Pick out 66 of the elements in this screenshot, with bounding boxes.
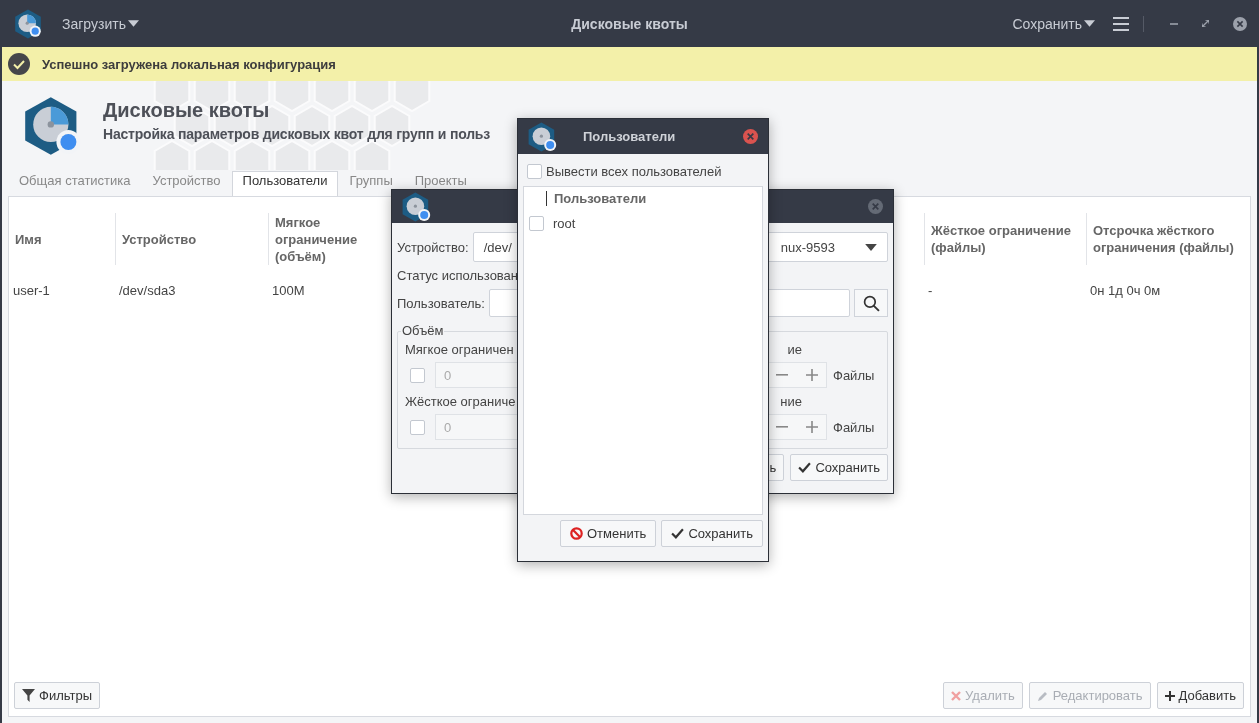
user-name: root: [553, 215, 576, 231]
device-label: Устройство:: [397, 239, 469, 255]
minimize-icon[interactable]: [1170, 22, 1178, 25]
pencil-icon: [1036, 689, 1049, 702]
minus-icon[interactable]: [776, 374, 788, 376]
checkbox[interactable]: [529, 215, 544, 231]
tab[interactable]: Пользователи: [231, 171, 339, 196]
table-cell: user-1: [13, 283, 50, 298]
caret-icon: [127, 20, 139, 27]
app-logo-icon: [12, 7, 44, 40]
show-all-label: Вывести всех пользователей: [546, 163, 722, 179]
column-header: Устройство: [122, 230, 197, 248]
save-button[interactable]: Сохранить: [661, 520, 763, 547]
checkbox[interactable]: [410, 367, 425, 383]
caret-icon: [865, 243, 877, 251]
group-legend: Объём: [401, 323, 445, 338]
page-subtitle: Настройка параметров дисковых квот для групп и польз: [103, 126, 491, 142]
status-label: Статус использован: [397, 267, 519, 283]
user-label: Пользователь:: [397, 295, 485, 311]
checkmark-icon: [798, 462, 812, 473]
close-icon[interactable]: [743, 129, 758, 144]
column-header: Имя: [15, 230, 42, 248]
table-cell: 100M: [272, 283, 305, 298]
limit-label: ние: [780, 393, 802, 409]
restore-icon[interactable]: [1202, 20, 1209, 27]
checkmark-icon: [671, 528, 685, 539]
check-circle-icon: [8, 53, 30, 75]
column-header: Отсрочка жёсткого ограничения (файлы): [1093, 222, 1235, 256]
filters-button[interactable]: Фильтры: [14, 682, 100, 709]
limit-label: Жёсткое ограниче: [405, 393, 516, 409]
menu-icon[interactable]: [1113, 16, 1129, 31]
save-button[interactable]: Сохранить: [790, 454, 888, 481]
limit-label: ие: [787, 341, 802, 357]
minus-icon[interactable]: [776, 426, 788, 428]
unit-label: Файлы: [833, 367, 875, 383]
load-menu-button[interactable]: Загрузить: [62, 15, 139, 32]
prohibited-icon: [570, 527, 583, 540]
checkbox[interactable]: [527, 163, 542, 179]
page-title: Дисковые квоты: [103, 99, 271, 122]
app-logo-icon: [401, 190, 433, 223]
plus-icon[interactable]: [806, 369, 818, 381]
column-header: Мягкое ограничение (объём): [275, 213, 359, 265]
close-icon[interactable]: [1233, 16, 1247, 31]
cancel-button[interactable]: Отменить: [560, 520, 657, 547]
search-icon: [862, 294, 880, 312]
checkbox[interactable]: [410, 419, 425, 435]
cross-icon: [951, 690, 962, 701]
plus-icon: [1164, 690, 1175, 701]
table-cell: -: [928, 283, 933, 298]
table-cell: 0н 1д 0ч 0м: [1090, 283, 1161, 298]
column-header: Жёсткое ограничение (файлы): [931, 222, 1072, 256]
column-header: Пользователи: [546, 191, 647, 206]
save-menu-button[interactable]: Сохранить: [1012, 15, 1095, 32]
window-title: Дисковые квоты: [571, 15, 688, 32]
app-logo-icon: [527, 120, 559, 153]
add-button[interactable]: Добавить: [1156, 682, 1244, 709]
search-button[interactable]: [854, 289, 888, 317]
caret-icon: [1084, 20, 1095, 27]
notification-text: Успешно загружена локальная конфигурация: [42, 56, 336, 72]
limit-label: Мягкое ограничен: [405, 341, 514, 357]
plus-icon[interactable]: [806, 421, 818, 433]
unit-label: Файлы: [833, 419, 875, 435]
close-icon[interactable]: [868, 199, 883, 214]
dialog-title: Пользователи: [583, 129, 677, 144]
table-cell: /dev/sda3: [119, 283, 176, 298]
filter-icon: [22, 689, 35, 702]
